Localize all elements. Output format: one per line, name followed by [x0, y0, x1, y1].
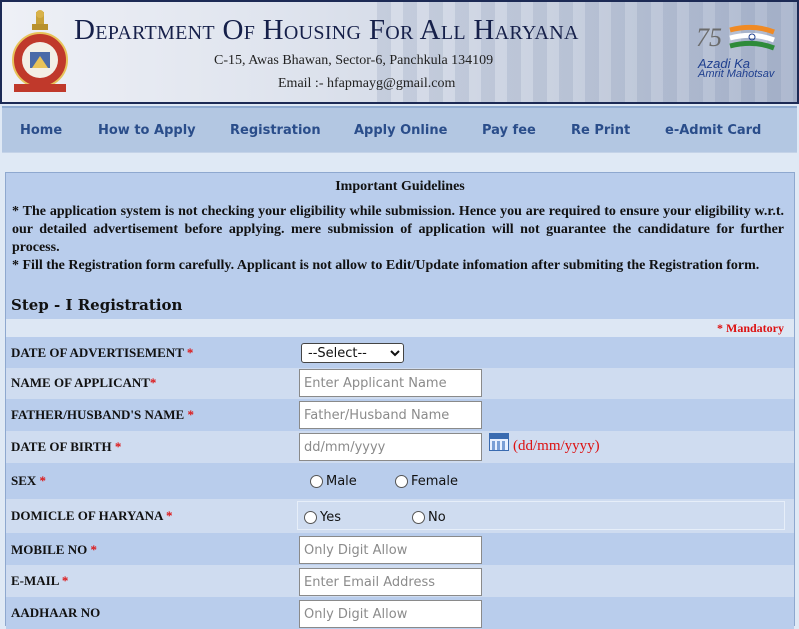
domicile-yes-radio[interactable]: Yes [304, 510, 341, 525]
radio-circle-icon[interactable] [412, 511, 425, 524]
step-header: Step - I Registration [6, 293, 794, 319]
row-email: E-MAIL * [6, 565, 794, 597]
sex-male-label: Male [326, 474, 357, 489]
tricolor-75-icon: 75 [696, 23, 775, 52]
aadhaar-number-input[interactable] [299, 600, 482, 628]
row-name-of-applicant: NAME OF APPLICANT* [6, 368, 794, 399]
date-format-hint: (dd/mm/yyyy) [513, 438, 600, 454]
required-marker: * [90, 542, 97, 557]
mobile-number-input[interactable] [299, 536, 482, 564]
nav-home[interactable]: Home [20, 123, 62, 138]
domicile-options-box: Yes No [297, 501, 785, 530]
nav-e-admit-card[interactable]: e-Admit Card [665, 123, 761, 138]
calendar-icon[interactable] [489, 433, 509, 451]
label-date-of-advertisement: DATE OF ADVERTISEMENT * [11, 345, 194, 360]
radio-circle-icon[interactable] [310, 475, 323, 488]
department-address: C-15, Awas Bhawan, Sector-6, Panchkula 1… [214, 53, 494, 68]
label-email: E-MAIL * [11, 573, 69, 588]
svg-text:75: 75 [696, 23, 722, 52]
guidelines-title: Important Guidelines [335, 179, 465, 194]
date-of-birth-input[interactable] [299, 433, 482, 461]
required-marker: * [114, 439, 122, 454]
label-domicile: DOMICLE OF HARYANA * [11, 508, 173, 523]
sex-male-radio[interactable]: Male [310, 474, 357, 489]
radio-circle-icon[interactable] [304, 511, 317, 524]
nav-re-print[interactable]: Re Print [571, 123, 630, 138]
row-date-of-birth: DATE OF BIRTH * (dd/mm/yyyy) [6, 431, 794, 463]
label-father-husband-name: FATHER/HUSBAND'S NAME * [11, 407, 194, 422]
label-date-of-birth: DATE OF BIRTH * [11, 439, 122, 454]
father-husband-name-input[interactable] [299, 401, 482, 429]
mandatory-bar: * Mandatory [6, 319, 794, 337]
required-marker: * [149, 375, 157, 390]
label-aadhaar-no: AADHAAR NO [11, 605, 101, 620]
department-email: Email :- hfapmayg@gmail.com [278, 76, 456, 91]
required-marker: * [39, 473, 47, 488]
required-marker: * [61, 573, 69, 588]
guideline-point-2: * Fill the Registration form carefully. … [12, 258, 760, 273]
row-sex: SEX * Male Female [6, 463, 794, 499]
step-title: Step - I Registration [11, 296, 183, 314]
row-father-husband-name: FATHER/HUSBAND'S NAME * [6, 399, 794, 431]
domicile-yes-label: Yes [320, 510, 341, 525]
domicile-no-label: No [428, 510, 446, 525]
advertisement-date-select[interactable]: --Select-- [301, 343, 404, 363]
row-domicile: DOMICLE OF HARYANA * Yes No [6, 499, 794, 533]
nav-how-to-apply[interactable]: How to Apply [98, 123, 196, 138]
mahotsav-text: Amrit Mahotsav [698, 68, 775, 80]
email-input[interactable] [299, 568, 482, 596]
department-title: Department Of Housing For All Haryana [74, 14, 579, 46]
nav-registration[interactable]: Registration [230, 123, 321, 138]
row-date-of-advertisement: DATE OF ADVERTISEMENT * --Select-- [6, 337, 794, 368]
domicile-no-radio[interactable]: No [412, 510, 446, 525]
registration-panel: Important Guidelines * The application s… [5, 172, 795, 629]
radio-circle-icon[interactable] [395, 475, 408, 488]
label-mobile-no: MOBILE NO * [11, 542, 97, 557]
sex-female-label: Female [411, 474, 459, 489]
main-navigation: Home How to Apply Registration Apply Onl… [2, 106, 797, 152]
row-aadhaar-no: AADHAAR NO [6, 597, 794, 629]
nav-pay-fee[interactable]: Pay fee [482, 123, 536, 138]
guideline-point-1: * The application system is not checking… [12, 204, 784, 255]
label-sex: SEX * [11, 473, 47, 488]
required-marker: * [186, 345, 194, 360]
page-header: Department Of Housing For All Haryana C-… [0, 0, 799, 104]
required-marker: * [165, 508, 173, 523]
required-marker: * [187, 407, 194, 422]
label-name-of-applicant: NAME OF APPLICANT* [11, 375, 157, 390]
row-mobile-no: MOBILE NO * [6, 533, 794, 565]
mandatory-note: * Mandatory [717, 321, 784, 335]
azadi-ka-amrit-mahotsav-logo: 75 Azadi Ka Amrit Mahotsav [696, 22, 796, 92]
sex-female-radio[interactable]: Female [395, 474, 458, 489]
nav-apply-online[interactable]: Apply Online [354, 123, 447, 138]
haryana-emblem-icon [12, 10, 68, 92]
applicant-name-input[interactable] [299, 369, 482, 397]
nav-sub-bar [2, 152, 797, 170]
